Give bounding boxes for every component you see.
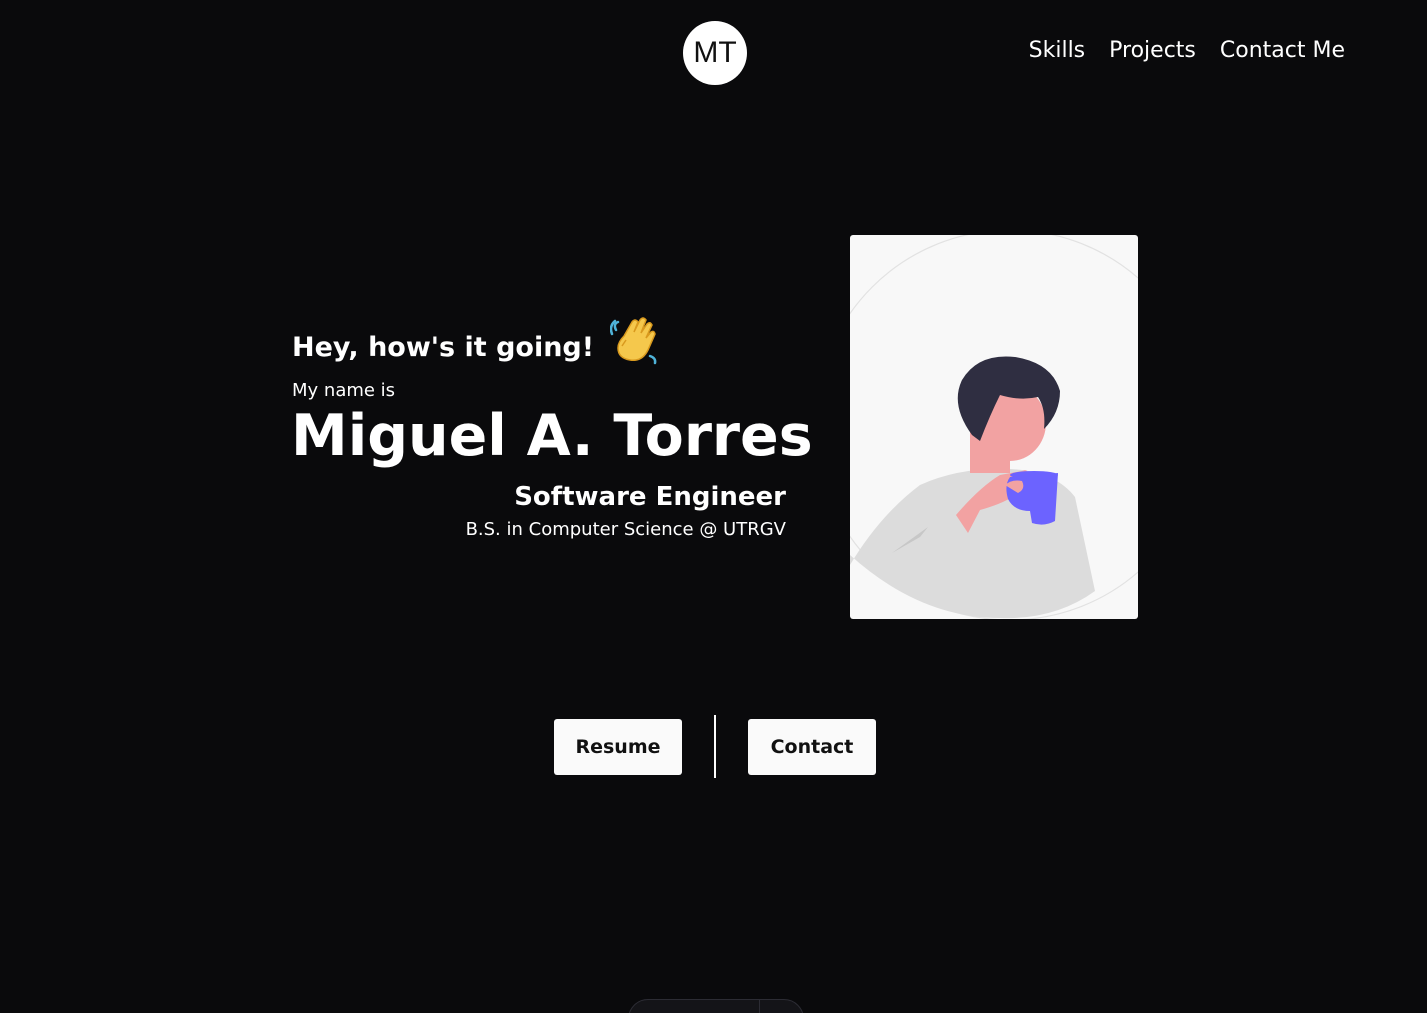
nav-link-projects[interactable]: Projects: [1109, 38, 1196, 63]
waving-hand-icon: [609, 316, 660, 366]
person-with-coffee-illustration: [850, 235, 1138, 619]
logo-text: MT: [693, 36, 737, 69]
hero-name: Miguel A. Torres: [291, 403, 813, 469]
logo-avatar[interactable]: MT: [683, 21, 747, 85]
greeting: Hey, how's it going!: [292, 317, 660, 372]
bottom-floating-toolbar[interactable]: [628, 999, 804, 1013]
intro-text: My name is: [292, 380, 396, 401]
resume-button[interactable]: Resume: [554, 719, 682, 775]
contact-button[interactable]: Contact: [748, 719, 876, 775]
nav-link-skills[interactable]: Skills: [1029, 38, 1086, 63]
portfolio-page: MT Skills Projects Contact Me Hey, how's…: [0, 0, 1427, 1013]
top-nav: Skills Projects Contact Me: [1029, 38, 1345, 63]
nav-link-contact-me[interactable]: Contact Me: [1220, 38, 1345, 63]
toolbar-separator: [759, 1000, 760, 1013]
buttons-divider: [714, 715, 716, 778]
hero-degree: B.S. in Computer Science @ UTRGV: [465, 519, 786, 540]
hero-role: Software Engineer: [514, 482, 786, 512]
greeting-text: Hey, how's it going!: [292, 331, 595, 363]
